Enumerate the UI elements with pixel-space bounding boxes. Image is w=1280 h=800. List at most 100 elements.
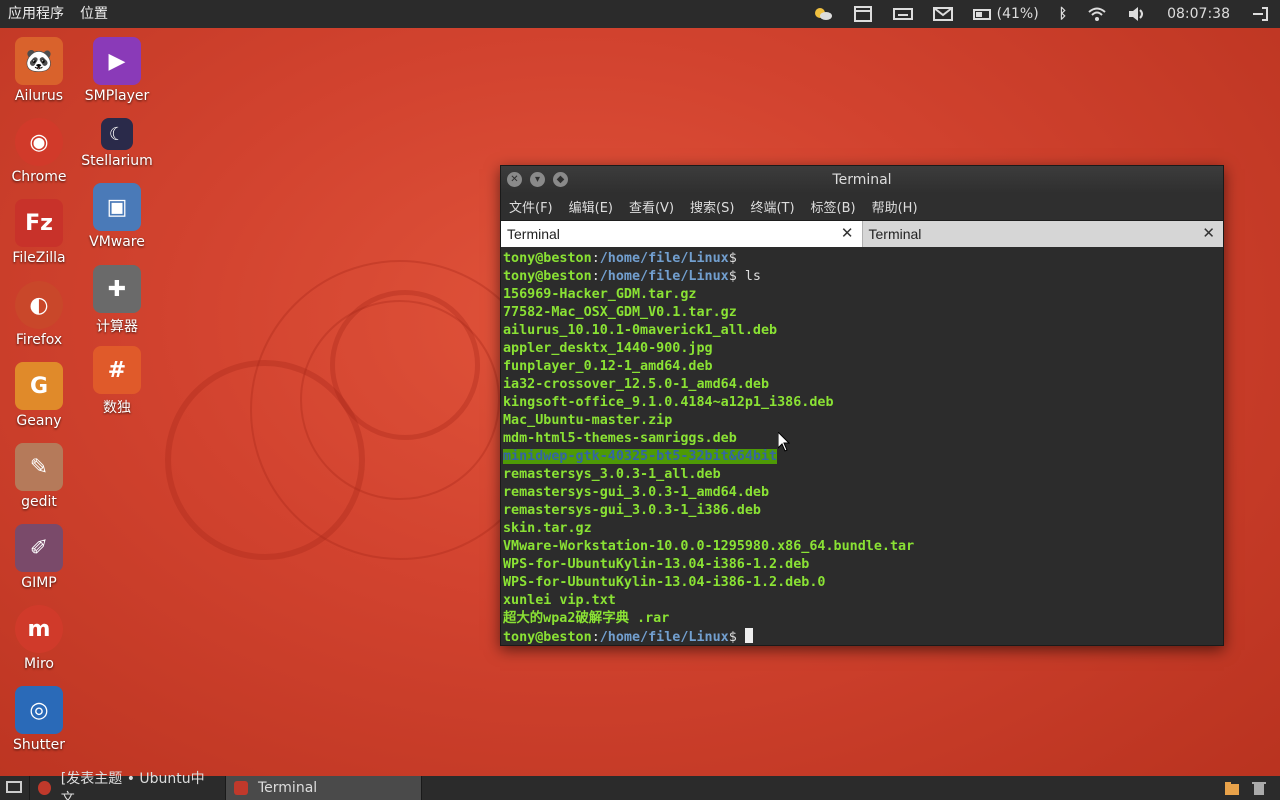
browser-icon xyxy=(38,781,51,795)
file-name: kingsoft-office_9.1.0.4184~a12p1_i386.de… xyxy=(503,395,834,410)
close-icon[interactable]: ✕ xyxy=(507,172,522,187)
volume-icon[interactable] xyxy=(1117,0,1157,28)
file-manager-icon[interactable] xyxy=(1224,780,1240,800)
bottom-panel: [发表主题 • Ubuntu中文... Terminal xyxy=(0,771,1280,800)
terminal-titlebar[interactable]: ✕ ▾ ◆ Terminal xyxy=(501,166,1223,193)
file-entry: xunlei vip.txt xyxy=(503,592,1222,610)
prompt-line: tony@beston:/home/file/Linux$ xyxy=(503,628,1222,644)
tab-terminal-1[interactable]: Terminal ✕ xyxy=(501,221,862,247)
applications-menu[interactable]: 应用程序 xyxy=(0,0,72,28)
file-name: WPS-for-UbuntuKylin-13.04-i386-1.2.deb.0 xyxy=(503,575,826,590)
minimize-icon[interactable]: ▾ xyxy=(530,172,545,187)
file-entry: 156969-Hacker_GDM.tar.gz xyxy=(503,286,1222,304)
file-entry: minidwep-gtk-40325-bt5-32bit&64bit xyxy=(503,448,1222,466)
taskbar-item-browser[interactable]: [发表主题 • Ubuntu中文... xyxy=(30,771,226,800)
miro-icon: m xyxy=(15,605,63,653)
mail-icon[interactable] xyxy=(923,0,963,28)
terminal-window[interactable]: ✕ ▾ ◆ Terminal 文件(F) 编辑(E) 查看(V) 搜索(S) 终… xyxy=(500,165,1224,646)
prompt-user: tony@beston xyxy=(503,251,592,266)
menu-file[interactable]: 文件(F) xyxy=(501,197,561,216)
prompt-path: /home/file/Linux xyxy=(599,630,729,644)
desktop-icon-smplayer[interactable]: ▶ SMPlayer xyxy=(78,37,156,104)
clock[interactable]: 08:07:38 xyxy=(1157,0,1240,28)
file-entry: kingsoft-office_9.1.0.4184~a12p1_i386.de… xyxy=(503,394,1222,412)
maximize-icon[interactable]: ◆ xyxy=(553,172,568,187)
taskbar-item-terminal[interactable]: Terminal xyxy=(226,776,422,800)
menu-search[interactable]: 搜索(S) xyxy=(682,197,742,216)
weather-icon[interactable] xyxy=(803,0,843,28)
menu-terminal[interactable]: 终端(T) xyxy=(742,197,802,216)
file-name: remastersys-gui_3.0.3-1_i386.deb xyxy=(503,503,761,518)
system-tray: (41%) ᛒ 08:07:38 xyxy=(803,0,1280,28)
battery-icon xyxy=(972,9,991,20)
file-entry: appler_desktx_1440-900.jpg xyxy=(503,340,1222,358)
calendar-icon[interactable] xyxy=(843,0,883,28)
menu-help[interactable]: 帮助(H) xyxy=(864,197,926,216)
desktop-icon-gimp[interactable]: ✐ GIMP xyxy=(0,524,78,591)
file-name: 156969-Hacker_GDM.tar.gz xyxy=(503,287,697,302)
firefox-icon: ◐ xyxy=(15,281,63,329)
gimp-icon: ✐ xyxy=(15,524,63,572)
smplayer-icon: ▶ xyxy=(93,37,141,85)
desktop-icon-label: Chrome xyxy=(11,169,67,185)
desktop-icon-gedit[interactable]: ✎ gedit xyxy=(0,443,78,510)
file-name: xunlei vip.txt xyxy=(503,593,616,608)
terminal-menubar: 文件(F) 编辑(E) 查看(V) 搜索(S) 终端(T) 标签(B) 帮助(H… xyxy=(501,193,1223,220)
file-entry: WPS-for-UbuntuKylin-13.04-i386-1.2.deb.0 xyxy=(503,574,1222,592)
taskbar-item-label: Terminal xyxy=(258,780,318,796)
menu-edit[interactable]: 编辑(E) xyxy=(561,197,621,216)
show-desktop-icon[interactable] xyxy=(0,776,30,800)
desktop-icon-label: SMPlayer xyxy=(84,88,150,104)
desktop-icon-geany[interactable]: G Geany xyxy=(0,362,78,429)
file-name: remastersys_3.0.3-1_all.deb xyxy=(503,467,721,482)
file-entry: WPS-for-UbuntuKylin-13.04-i386-1.2.deb xyxy=(503,556,1222,574)
desktop-icon-filezilla[interactable]: Fz FileZilla xyxy=(0,199,78,266)
desktop-icon-ailurus[interactable]: 🐼 Ailurus xyxy=(0,37,78,104)
file-entry: 77582-Mac_OSX_GDM_V0.1.tar.gz xyxy=(503,304,1222,322)
prompt-user: tony@beston xyxy=(503,269,592,284)
session-logout-icon[interactable] xyxy=(1240,0,1280,28)
desktop-icon-chrome[interactable]: ◉ Chrome xyxy=(0,118,78,185)
file-name: VMware-Workstation-10.0.0-1295980.x86_64… xyxy=(503,539,915,554)
battery-indicator[interactable]: (41%) xyxy=(963,0,1049,28)
desktop-icon-label: FileZilla xyxy=(12,250,66,266)
wifi-icon[interactable] xyxy=(1077,0,1117,28)
desktop-icon-label: GIMP xyxy=(21,575,57,591)
close-tab-icon[interactable]: ✕ xyxy=(1202,221,1215,247)
mouse-pointer-icon xyxy=(778,432,790,452)
menu-tabs[interactable]: 标签(B) xyxy=(803,197,864,216)
menu-view[interactable]: 查看(V) xyxy=(621,197,682,216)
desktop-icon-label: 计算器 xyxy=(96,319,138,335)
bluetooth-icon[interactable]: ᛒ xyxy=(1049,0,1077,28)
desktop-icon-label: Firefox xyxy=(15,332,63,348)
chrome-icon: ◉ xyxy=(15,118,63,166)
filezilla-icon: Fz xyxy=(15,199,63,247)
desktop-icon-firefox[interactable]: ◐ Firefox xyxy=(0,281,78,348)
keyboard-icon[interactable] xyxy=(883,0,923,28)
places-menu[interactable]: 位置 xyxy=(72,0,116,28)
desktop-icon-vmware[interactable]: ▣ VMware xyxy=(78,183,156,250)
prompt-path: /home/file/Linux xyxy=(599,251,729,266)
prompt-user: tony@beston xyxy=(503,630,592,644)
prompt-line: tony@beston:/home/file/Linux$ xyxy=(503,251,737,266)
close-tab-icon[interactable]: ✕ xyxy=(841,221,854,247)
trash-icon[interactable] xyxy=(1252,780,1266,800)
desktop-icon-calculator[interactable]: ✚ 计算器 xyxy=(78,265,156,336)
terminal-output[interactable]: tony@beston:/home/file/Linux$ tony@besto… xyxy=(502,249,1222,644)
desktop-icon-shutter[interactable]: ◎ Shutter xyxy=(0,686,78,753)
shutter-icon: ◎ xyxy=(15,686,63,734)
file-entry: funplayer_0.12-1_amd64.deb xyxy=(503,358,1222,376)
file-entry: 超大的wpa2破解字典 .rar xyxy=(503,610,1222,628)
desktop-icon-label: gedit xyxy=(21,494,57,510)
file-name: Mac_Ubuntu-master.zip xyxy=(503,413,673,428)
prompt-symbol: $ xyxy=(728,251,737,266)
file-list: 156969-Hacker_GDM.tar.gz 77582-Mac_OSX_GD… xyxy=(503,286,1222,628)
desktop-icon-sudoku[interactable]: # 数独 xyxy=(78,346,156,417)
tab-terminal-2[interactable]: Terminal ✕ xyxy=(861,221,1223,247)
desktop-icon-stellarium[interactable]: ☾ Stellarium xyxy=(78,118,156,169)
sudoku-icon: # xyxy=(93,346,141,394)
desktop-icon-label: VMware xyxy=(89,234,145,250)
prompt-line: tony@beston:/home/file/Linux$ ls xyxy=(503,269,761,284)
desktop-icon-miro[interactable]: m Miro xyxy=(0,605,78,672)
file-name: ailurus_10.10.1-0maverick1_all.deb xyxy=(503,323,778,338)
